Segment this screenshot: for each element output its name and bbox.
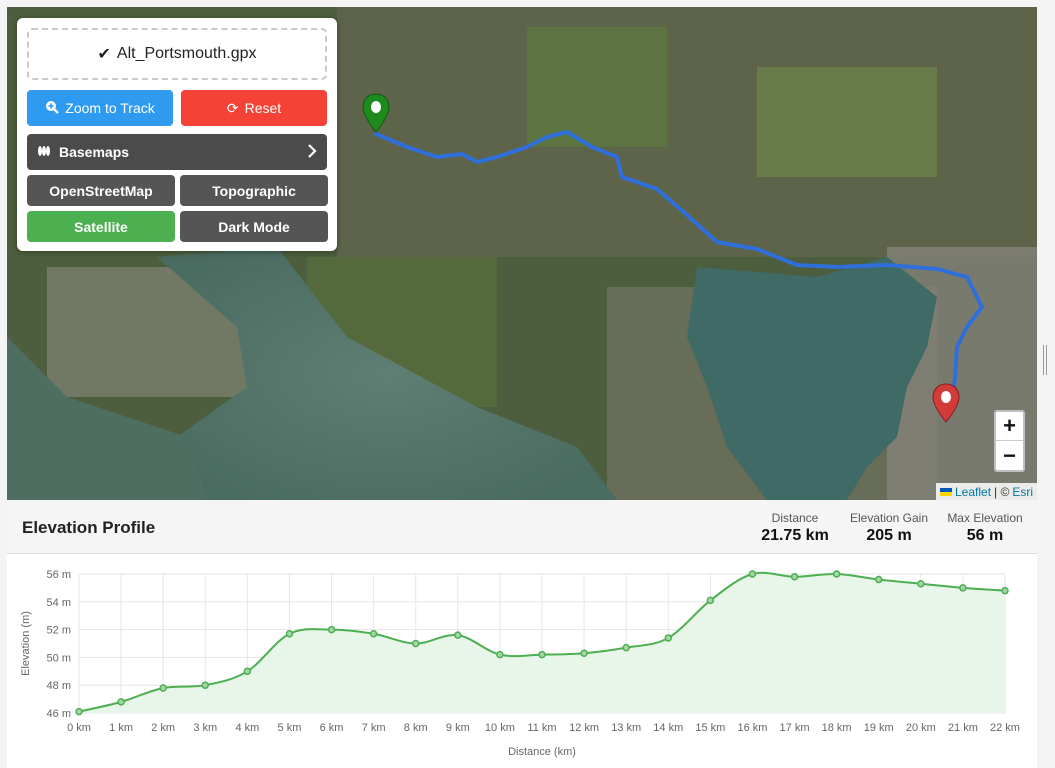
elevation-panel: Elevation Profile Distance 21.75 km Elev… xyxy=(7,500,1037,768)
y-tick-label: 50 m xyxy=(47,652,71,664)
zoom-to-track-label: Zoom to Track xyxy=(65,100,155,116)
stat-distance: Distance 21.75 km xyxy=(749,511,841,545)
y-axis-label: Elevation (m) xyxy=(20,611,32,676)
stat-label: Max Elevation xyxy=(947,511,1023,525)
data-point xyxy=(706,596,715,605)
stat-value: 56 m xyxy=(966,527,1004,544)
data-point xyxy=(832,570,841,578)
x-axis-label: Distance (km) xyxy=(508,746,576,758)
zoom-control: + − xyxy=(994,410,1025,472)
data-point xyxy=(959,584,967,592)
zoom-out-button[interactable]: − xyxy=(996,441,1023,470)
stat-elevation-gain: Elevation Gain 205 m xyxy=(845,511,933,545)
data-point xyxy=(285,630,294,638)
x-tick-label: 15 km xyxy=(695,722,725,734)
x-tick-label: 14 km xyxy=(653,722,683,734)
x-tick-label: 7 km xyxy=(362,722,386,734)
chevron-right-icon xyxy=(307,143,317,161)
data-point xyxy=(538,650,546,659)
x-tick-label: 11 km xyxy=(527,722,556,734)
map-attribution: Leaflet | © Esri xyxy=(936,483,1037,500)
basemaps-toggle-button[interactable]: Basemaps xyxy=(27,134,327,170)
x-tick-label: 3 km xyxy=(193,722,217,734)
data-point xyxy=(874,575,883,584)
x-tick-label: 10 km xyxy=(485,722,515,734)
layers-icon xyxy=(37,144,51,161)
data-point xyxy=(411,639,420,648)
y-tick-label: 56 m xyxy=(47,569,71,581)
data-point xyxy=(748,570,757,578)
x-tick-label: 20 km xyxy=(906,722,936,734)
data-point xyxy=(664,634,673,642)
zoom-to-track-button[interactable]: Zoom to Track xyxy=(27,90,173,126)
x-tick-label: 18 km xyxy=(822,722,852,734)
checkmark-icon: ✔ xyxy=(97,46,111,63)
y-tick-label: 54 m xyxy=(47,597,71,609)
map-view[interactable]: ✔ Alt_Portsmouth.gpx Zoom to Track ⟳ Res… xyxy=(7,7,1037,500)
stat-value: 21.75 km xyxy=(761,527,829,544)
data-point xyxy=(917,579,925,588)
basemaps-label: Basemaps xyxy=(59,144,130,160)
data-point xyxy=(243,667,252,676)
data-point xyxy=(580,649,588,657)
x-tick-label: 19 km xyxy=(864,722,894,734)
stat-label: Distance xyxy=(771,511,819,525)
x-tick-label: 6 km xyxy=(320,722,344,734)
reset-button[interactable]: ⟳ Reset xyxy=(181,90,327,126)
file-drop-zone[interactable]: ✔ Alt_Portsmouth.gpx xyxy=(27,28,327,80)
elevation-title: Elevation Profile xyxy=(22,518,156,537)
reset-label: Reset xyxy=(244,100,282,116)
file-name: Alt_Portsmouth.gpx xyxy=(116,45,257,62)
resize-handle[interactable] xyxy=(1043,345,1047,375)
x-tick-label: 17 km xyxy=(780,722,810,734)
x-tick-label: 4 km xyxy=(235,722,259,734)
end-marker-icon[interactable] xyxy=(932,383,960,423)
data-point xyxy=(201,681,210,689)
data-point xyxy=(117,698,125,706)
data-point xyxy=(454,631,462,639)
stat-max-elevation: Max Elevation 56 m xyxy=(939,511,1031,545)
search-plus-icon xyxy=(45,100,60,117)
layer-dark-mode-button[interactable]: Dark Mode xyxy=(180,211,328,242)
y-tick-label: 48 m xyxy=(47,680,71,692)
x-tick-label: 0 km xyxy=(67,722,91,734)
data-point xyxy=(75,707,83,716)
data-point xyxy=(1001,586,1009,595)
control-panel: ✔ Alt_Portsmouth.gpx Zoom to Track ⟳ Res… xyxy=(17,18,337,251)
data-point xyxy=(790,573,799,581)
x-tick-label: 8 km xyxy=(404,722,428,734)
attribution-separator: | © xyxy=(994,484,1010,499)
data-point xyxy=(496,650,504,659)
ukraine-flag-icon xyxy=(940,487,952,496)
app: ✔ Alt_Portsmouth.gpx Zoom to Track ⟳ Res… xyxy=(0,0,1055,768)
x-tick-label: 2 km xyxy=(151,722,175,734)
x-tick-label: 5 km xyxy=(278,722,302,734)
data-point xyxy=(369,630,378,638)
elevation-header: Elevation Profile Distance 21.75 km Elev… xyxy=(7,500,1037,554)
data-point xyxy=(327,625,336,634)
layer-openstreetmap-button[interactable]: OpenStreetMap xyxy=(27,175,175,206)
zoom-in-button[interactable]: + xyxy=(996,412,1023,441)
x-tick-label: 12 km xyxy=(569,722,599,734)
esri-link[interactable]: Esri xyxy=(1012,485,1033,499)
y-tick-label: 46 m xyxy=(47,708,71,720)
x-tick-label: 13 km xyxy=(611,722,641,734)
layer-topographic-button[interactable]: Topographic xyxy=(180,175,328,206)
x-tick-label: 22 km xyxy=(990,722,1020,734)
stat-value: 205 m xyxy=(866,527,912,544)
stat-label: Elevation Gain xyxy=(849,511,929,525)
y-tick-label: 52 m xyxy=(47,625,71,637)
start-marker-icon[interactable] xyxy=(362,93,390,133)
data-point xyxy=(159,684,167,692)
elevation-chart[interactable]: 46 m 48 m 50 m 52 m 54 m 56 m 0 km 1 km 2 km 3 km… xyxy=(7,555,1037,768)
x-tick-label: 9 km xyxy=(446,722,470,734)
refresh-icon: ⟳ xyxy=(226,99,239,116)
x-tick-label: 16 km xyxy=(737,722,767,734)
layer-satellite-button[interactable]: Satellite xyxy=(27,211,175,242)
x-tick-label: 1 km xyxy=(109,722,133,734)
leaflet-link[interactable]: Leaflet xyxy=(955,485,991,499)
data-point xyxy=(622,643,630,652)
x-tick-label: 21 km xyxy=(948,722,978,734)
